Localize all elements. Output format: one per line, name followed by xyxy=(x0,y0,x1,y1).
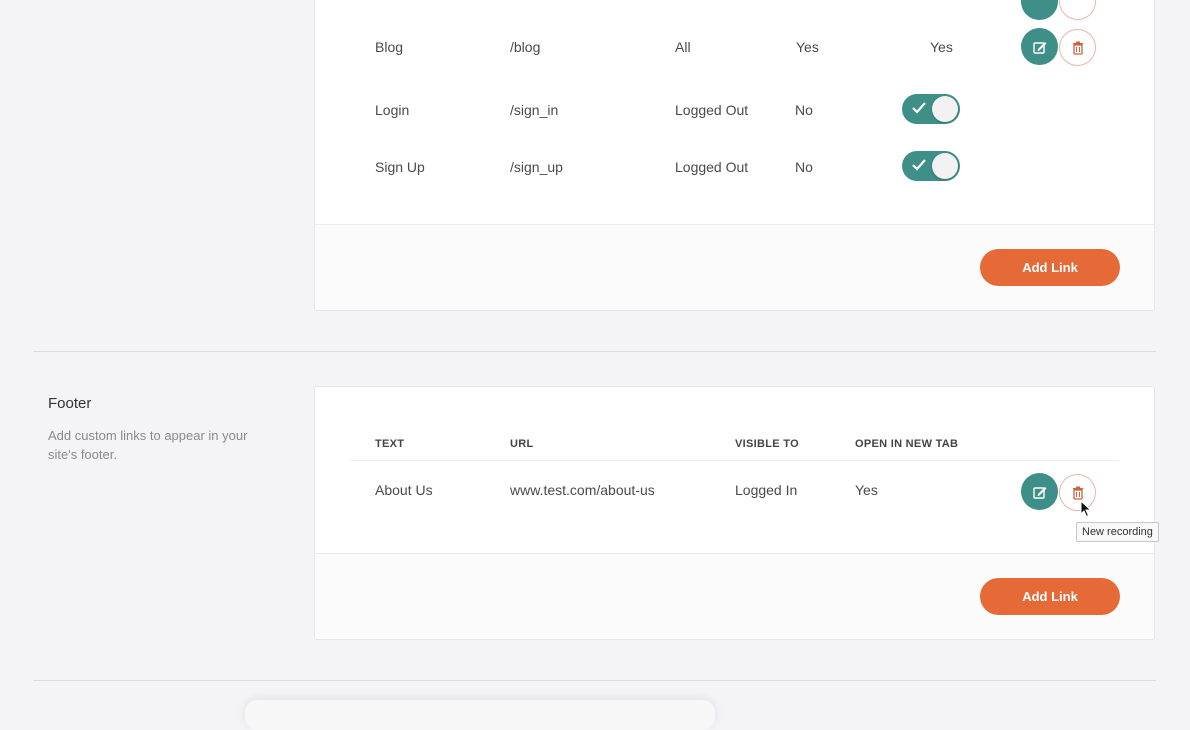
tooltip: New recording xyxy=(1076,522,1159,542)
check-icon xyxy=(912,159,926,171)
table-row: Login /sign_in Logged Out No xyxy=(315,90,1154,130)
table-row: Blog /blog All Yes Yes xyxy=(315,27,1154,67)
edit-icon xyxy=(1032,486,1046,499)
link-url: www.test.com/about-us xyxy=(510,482,655,498)
link-text: Login xyxy=(375,102,410,118)
add-link-button[interactable]: Add Link xyxy=(980,249,1120,286)
card-footer: Add Link xyxy=(315,224,1154,310)
link-url: /sign_up xyxy=(510,159,563,175)
enabled-toggle[interactable] xyxy=(902,151,960,181)
header-divider xyxy=(350,460,1119,461)
column-header-visible-to: VISIBLE TO xyxy=(735,438,799,450)
table-row: Sign Up /sign_up Logged Out No xyxy=(315,147,1154,187)
add-link-button[interactable]: Add Link xyxy=(980,578,1120,615)
toggle-knob xyxy=(932,96,958,122)
edit-button[interactable] xyxy=(1021,473,1058,510)
footer-links-card: TEXT URL VISIBLE TO OPEN IN NEW TAB Abou… xyxy=(314,386,1155,640)
column-header-text: TEXT xyxy=(375,438,405,450)
link-url: /blog xyxy=(510,39,541,55)
link-new-tab: Yes xyxy=(855,482,878,498)
link-text: Blog xyxy=(375,39,404,55)
section-divider xyxy=(33,351,1156,352)
link-visible-to: Logged Out xyxy=(675,159,749,175)
delete-button[interactable] xyxy=(1059,0,1096,20)
column-header-url: URL xyxy=(510,438,534,450)
section-divider xyxy=(33,680,1156,681)
trash-icon xyxy=(1072,41,1083,55)
check-icon xyxy=(912,102,926,114)
link-visible-to: Logged In xyxy=(735,482,798,498)
edit-button[interactable] xyxy=(1021,0,1058,20)
card-footer: Add Link xyxy=(315,553,1154,639)
link-visible-to: All xyxy=(675,39,691,55)
link-url: /sign_in xyxy=(510,102,559,118)
column-header-new-tab: OPEN IN NEW TAB xyxy=(855,438,959,450)
floating-panel-edge xyxy=(245,700,715,730)
header-links-card: Blog /blog All Yes Yes Login /sign_in Lo… xyxy=(314,0,1155,311)
link-default: Yes xyxy=(930,39,953,55)
edit-button[interactable] xyxy=(1021,28,1058,65)
cursor-icon xyxy=(1080,500,1092,518)
table-row: About Us www.test.com/about-us Logged In… xyxy=(315,470,1154,511)
link-text: Sign Up xyxy=(375,159,425,175)
link-visible-to: Logged Out xyxy=(675,102,749,118)
trash-icon xyxy=(1072,486,1083,500)
enabled-toggle[interactable] xyxy=(902,94,960,124)
link-new-tab: Yes xyxy=(796,39,819,55)
toggle-knob xyxy=(932,153,958,179)
section-title: Footer xyxy=(48,395,92,412)
delete-button[interactable] xyxy=(1059,29,1096,66)
link-new-tab: No xyxy=(795,159,813,175)
edit-icon xyxy=(1032,41,1046,54)
link-text: About Us xyxy=(375,482,433,498)
section-description: Add custom links to appear in your site'… xyxy=(48,428,248,462)
link-new-tab: No xyxy=(795,102,813,118)
